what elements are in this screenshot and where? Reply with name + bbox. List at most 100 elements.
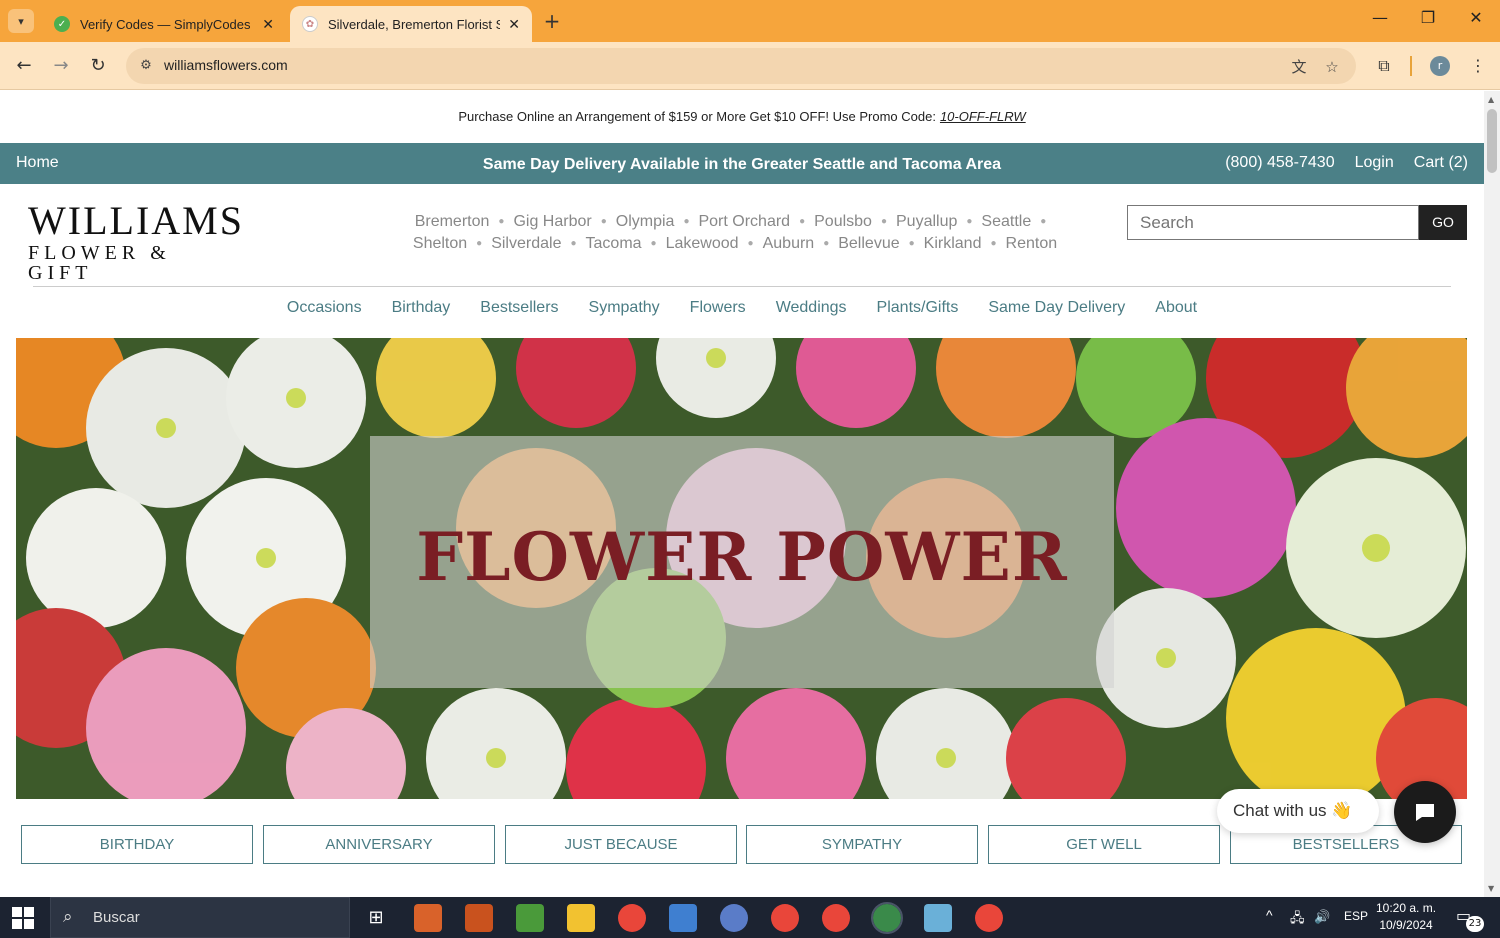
logo-line-2: FLOWER & GIFT (28, 242, 171, 284)
category-birthday-button[interactable]: BIRTHDAY (21, 825, 253, 864)
back-arrow-icon[interactable]: ← (12, 54, 36, 78)
web-page: Purchase Online an Arrangement of $159 o… (0, 91, 1484, 897)
calculator-icon[interactable] (669, 904, 697, 932)
promo-text: Purchase Online an Arrangement of $159 o… (458, 109, 936, 124)
volume-icon[interactable]: 🔊 (1314, 909, 1330, 925)
nav-same-day-delivery[interactable]: Same Day Delivery (988, 299, 1125, 317)
city-link[interactable]: Shelton (413, 235, 467, 252)
nav-occasions[interactable]: Occasions (287, 299, 362, 317)
url-text: williamsflowers.com (164, 57, 288, 73)
phone-link[interactable]: (800) 458-7430 (1225, 154, 1334, 172)
category-just-because-button[interactable]: JUST BECAUSE (505, 825, 737, 864)
city-link[interactable]: Port Orchard (698, 213, 790, 230)
flower-favicon-icon: ✿ (302, 16, 318, 32)
city-link[interactable]: Lakewood (666, 235, 739, 252)
new-tab-button[interactable]: + (540, 10, 564, 34)
chat-label: Chat with us (1233, 801, 1327, 820)
nav-flowers[interactable]: Flowers (690, 299, 746, 317)
cart-link[interactable]: Cart (2) (1414, 154, 1468, 172)
app-globe-icon[interactable] (720, 904, 748, 932)
windows-start-icon[interactable] (12, 907, 34, 929)
category-get-well-button[interactable]: GET WELL (988, 825, 1220, 864)
reload-icon[interactable]: ↻ (86, 54, 110, 78)
taskbar-search[interactable]: ⌕ Buscar (50, 897, 350, 938)
chrome-profile-4-icon[interactable] (975, 904, 1003, 932)
chrome-active-icon[interactable] (871, 902, 903, 934)
city-link[interactable]: Olympia (616, 213, 675, 230)
minimize-icon[interactable]: — (1360, 8, 1400, 27)
extensions-puzzle-icon[interactable]: ⧉ (1372, 54, 1396, 78)
city-link[interactable]: Poulsbo (814, 213, 872, 230)
nav-about[interactable]: About (1155, 299, 1197, 317)
hero-banner[interactable]: FLOWER POWER (16, 338, 1467, 799)
login-link[interactable]: Login (1355, 154, 1394, 172)
search-input[interactable] (1127, 205, 1419, 240)
category-anniversary-button[interactable]: ANNIVERSARY (263, 825, 495, 864)
close-tab-icon[interactable]: ✕ (262, 16, 274, 33)
nav-bestsellers[interactable]: Bestsellers (480, 299, 558, 317)
header-divider (33, 286, 1451, 287)
nav-sympathy[interactable]: Sympathy (589, 299, 660, 317)
top-teal-bar: Home Same Day Delivery Available in the … (0, 143, 1484, 184)
tab-search-menu-button[interactable]: ▾ (8, 9, 34, 33)
page-scrollbar[interactable]: ▲ ▼ (1484, 91, 1500, 897)
taskbar-clock[interactable]: 10:20 a. m. 10/9/2024 (1376, 900, 1436, 934)
notifications-badge: 23 (1466, 916, 1484, 932)
chrome-profile-3-icon[interactable] (822, 904, 850, 932)
logo-line-1: WILLIAMS (28, 198, 244, 243)
app-orange-gear-icon[interactable] (414, 904, 442, 932)
scroll-down-arrow-icon[interactable]: ▼ (1488, 884, 1494, 893)
city-link[interactable]: Silverdale (491, 235, 561, 252)
nav-birthday[interactable]: Birthday (392, 299, 451, 317)
chat-bubble-icon (1416, 804, 1434, 821)
notifications-icon[interactable]: ▭ 23 (1456, 906, 1484, 932)
city-link[interactable]: Seattle (981, 213, 1031, 230)
chat-with-us-pill[interactable]: Chat with us 👋 (1217, 789, 1379, 833)
city-link[interactable]: Bellevue (838, 235, 899, 252)
promo-code[interactable]: 10-OFF-FLRW (940, 109, 1026, 124)
app-colorful-icon[interactable] (516, 904, 544, 932)
app-blue-icon[interactable] (924, 904, 952, 932)
app-orange-gear-2-icon[interactable] (465, 904, 493, 932)
restore-icon[interactable]: ❐ (1408, 8, 1448, 27)
language-indicator[interactable]: ESP (1344, 909, 1368, 923)
city-link[interactable]: Auburn (763, 235, 815, 252)
tab-simplycodes[interactable]: ✓ Verify Codes — SimplyCodes ✕ (42, 6, 286, 42)
browser-toolbar: ← → ↻ ⚙ williamsflowers.com 文 ☆ (0, 42, 1500, 90)
nav-weddings[interactable]: Weddings (776, 299, 847, 317)
site-info-icon[interactable]: ⚙ (136, 56, 156, 76)
promo-banner: Purchase Online an Arrangement of $159 o… (0, 91, 1484, 143)
chat-launcher-button[interactable] (1394, 781, 1456, 843)
file-explorer-icon[interactable] (567, 904, 595, 932)
delivery-cities: Bremerton ● Gig Harbor ● Olympia ● Port Orchar… (380, 211, 1090, 255)
network-icon[interactable]: 🖧 (1290, 909, 1305, 931)
scroll-thumb[interactable] (1487, 109, 1497, 173)
scroll-up-arrow-icon[interactable]: ▲ (1488, 95, 1494, 104)
city-link[interactable]: Bremerton (415, 213, 490, 230)
chrome-profile-2-icon[interactable] (771, 904, 799, 932)
forward-arrow-icon[interactable]: → (49, 54, 73, 78)
nav-plants-gifts[interactable]: Plants/Gifts (877, 299, 959, 317)
city-link[interactable]: Puyallup (896, 213, 957, 230)
category-sympathy-button[interactable]: SYMPATHY (746, 825, 978, 864)
translate-icon[interactable]: 文 (1288, 56, 1310, 78)
search-icon: ⌕ (63, 907, 73, 927)
chrome-icon[interactable] (618, 904, 646, 932)
more-menu-icon[interactable]: ⋮ (1466, 54, 1490, 78)
profile-avatar[interactable]: r (1430, 56, 1450, 76)
williams-logo[interactable]: WILLIAMS FLOWER & GIFT (28, 198, 244, 284)
close-window-icon[interactable]: ✕ (1456, 8, 1496, 27)
city-link[interactable]: Tacoma (586, 235, 642, 252)
task-view-icon[interactable]: ⊞ (362, 904, 390, 932)
simplycodes-favicon-icon: ✓ (54, 16, 70, 32)
tray-chevron-icon[interactable]: ^ (1266, 907, 1273, 923)
windows-taskbar: ⌕ Buscar ⊞ ^ 🖧 🔊 ESP 10:20 a. m. 10/9/20… (0, 897, 1500, 938)
bookmark-star-icon[interactable]: ☆ (1321, 56, 1343, 78)
address-bar[interactable]: ⚙ williamsflowers.com 文 ☆ (126, 48, 1356, 84)
close-tab-icon[interactable]: ✕ (508, 16, 520, 33)
tab-williams-flowers[interactable]: ✿ Silverdale, Bremerton Florist Sh ✕ (290, 6, 532, 42)
city-link[interactable]: Renton (1006, 235, 1058, 252)
search-go-button[interactable]: GO (1419, 205, 1467, 240)
city-link[interactable]: Kirkland (924, 235, 982, 252)
city-link[interactable]: Gig Harbor (513, 213, 591, 230)
